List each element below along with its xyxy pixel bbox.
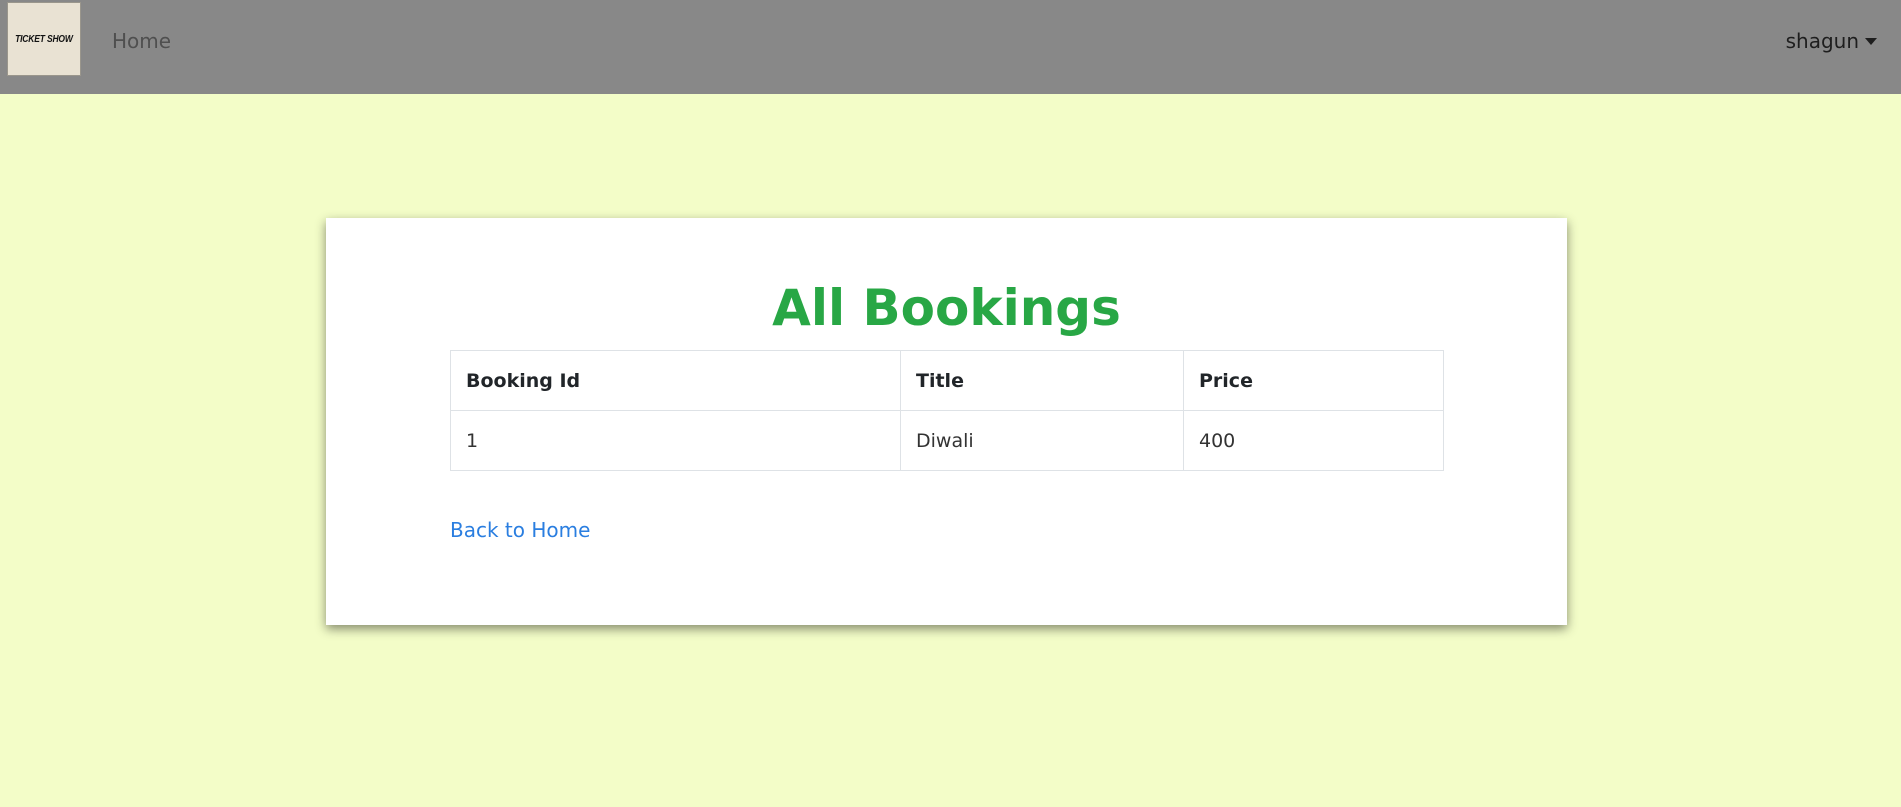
bookings-card: All Bookings Booking Id Title Price 1 Di…: [326, 218, 1567, 625]
header-booking-id: Booking Id: [450, 350, 901, 411]
table-row: 1 Diwali 400: [450, 410, 1444, 471]
user-name: shagun: [1785, 29, 1859, 53]
cell-title: Diwali: [900, 410, 1184, 471]
table-header-row: Booking Id Title Price: [450, 350, 1444, 411]
nav-home-link[interactable]: Home: [112, 27, 171, 55]
bookings-table: Booking Id Title Price 1 Diwali 400: [450, 350, 1444, 471]
logo-text: TICKET SHOW: [15, 33, 73, 45]
header-price: Price: [1183, 350, 1444, 411]
caret-down-icon: [1865, 37, 1877, 45]
page-title: All Bookings: [772, 279, 1121, 337]
header-title: Title: [900, 350, 1184, 411]
cell-price: 400: [1183, 410, 1444, 471]
back-to-home-link[interactable]: Back to Home: [450, 516, 590, 544]
top-navbar: TICKET SHOW Home shagun: [0, 0, 1901, 94]
user-dropdown[interactable]: shagun: [1786, 27, 1877, 55]
cell-booking-id: 1: [450, 410, 901, 471]
ticket-show-logo[interactable]: TICKET SHOW: [7, 2, 81, 76]
